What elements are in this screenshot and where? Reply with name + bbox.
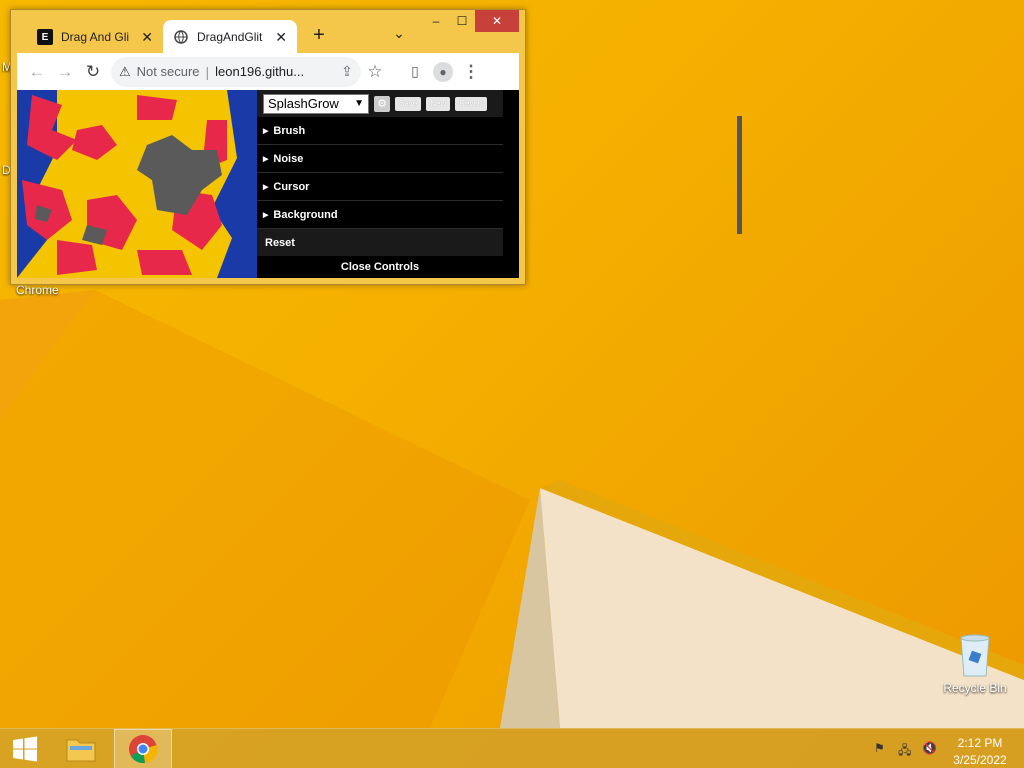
chrome-window[interactable]: E Drag And Gli ✕ DragAndGlit ✕ + ⌄ – ☐ ✕… <box>10 9 742 285</box>
start-button[interactable] <box>0 729 50 768</box>
address-bar[interactable]: ⚠ Not secure | leon196.githu... <box>111 56 361 87</box>
triangle-right-icon: ▶ <box>263 127 269 135</box>
preset-value: SplashGrow <box>268 96 339 111</box>
triangle-right-icon: ▶ <box>263 211 269 219</box>
chrome-taskbar-button[interactable] <box>114 729 172 768</box>
clock[interactable]: 2:12 PM 3/25/2022 <box>944 735 1016 768</box>
taskbar: ⚑ 🖧 🔇 2:12 PM 3/25/2022 <box>0 728 1024 768</box>
tab-title: Drag And Gli <box>61 30 130 44</box>
new-button[interactable]: New <box>426 96 451 111</box>
folder-noise[interactable]: ▶ Noise <box>257 145 503 173</box>
share-icon[interactable]: ⇪ <box>333 58 361 86</box>
clock-date: 3/25/2022 <box>953 753 1007 767</box>
panel-scrollbar[interactable] <box>737 116 742 234</box>
url-text[interactable]: leon196.githu... <box>215 64 304 79</box>
globe-icon <box>173 29 189 45</box>
minimize-button[interactable]: – <box>425 10 447 32</box>
menu-kebab-icon[interactable]: ⋮ <box>457 58 485 86</box>
folder-cursor[interactable]: ▶ Cursor <box>257 173 503 201</box>
chevron-down-icon: ▼ <box>354 98 364 109</box>
trash-icon <box>960 634 990 677</box>
volume-muted-icon[interactable]: 🔇 <box>922 741 937 755</box>
browser-toolbar: ← → ↻ ⚠ Not secure | leon196.githu... ⇪ … <box>17 53 519 90</box>
reset-button[interactable]: Reset <box>257 229 503 257</box>
desktop-chrome-label[interactable]: Chrome <box>16 283 59 297</box>
glitch-canvas[interactable] <box>17 90 257 278</box>
preset-select[interactable]: SplashGrow ▼ <box>263 93 369 114</box>
bookmark-star-icon[interactable]: ☆ <box>361 58 389 86</box>
close-tab-icon[interactable]: ✕ <box>275 29 287 46</box>
close-tab-icon[interactable]: ✕ <box>141 29 153 46</box>
security-label[interactable]: Not secure <box>137 64 200 79</box>
clock-time: 2:12 PM <box>957 736 1003 750</box>
chrome-icon <box>129 735 158 764</box>
save-button[interactable]: Save <box>395 96 422 111</box>
close-window-button[interactable]: ✕ <box>475 10 519 32</box>
recycle-bin-icon[interactable]: Recycle Bin <box>940 630 1010 695</box>
forward-icon[interactable]: → <box>51 58 79 86</box>
revert-button[interactable]: Revert <box>455 96 487 111</box>
action-center-flag-icon[interactable]: ⚑ <box>874 741 885 755</box>
windows-logo-icon <box>13 736 37 762</box>
triangle-right-icon: ▶ <box>263 155 269 163</box>
close-controls-button[interactable]: Close Controls <box>257 256 503 278</box>
tab-search-button[interactable]: ⌄ <box>387 22 411 44</box>
triangle-right-icon: ▶ <box>263 183 269 191</box>
recycle-bin-label: Recycle Bin <box>943 681 1007 695</box>
new-tab-button[interactable]: + <box>307 24 331 46</box>
folder-background[interactable]: ▶ Background <box>257 201 503 229</box>
maximize-button[interactable]: ☐ <box>449 10 475 32</box>
controls-panel: SplashGrow ▼ ⚙ Save New Revert ▶ Brush ▶ N… <box>257 90 742 278</box>
network-icon[interactable]: 🖧 <box>898 741 911 762</box>
profile-icon[interactable]: ● <box>429 58 457 86</box>
gear-icon[interactable]: ⚙ <box>374 95 390 112</box>
tab-drag-and-glitch-2[interactable]: DragAndGlit ✕ <box>163 20 297 54</box>
warning-icon[interactable]: ⚠ <box>119 64 131 80</box>
e-favicon-icon: E <box>37 29 53 45</box>
folder-icon <box>66 739 96 762</box>
side-panel-icon[interactable]: ▯ <box>401 58 429 86</box>
preset-header: SplashGrow ▼ ⚙ Save New Revert <box>257 90 503 117</box>
file-explorer-button[interactable] <box>58 729 104 768</box>
folder-brush[interactable]: ▶ Brush <box>257 117 503 145</box>
back-icon[interactable]: ← <box>23 58 51 86</box>
tab-strip: E Drag And Gli ✕ DragAndGlit ✕ + ⌄ – ☐ ✕ <box>11 10 525 54</box>
tab-title: DragAndGlit <box>197 30 263 44</box>
tab-drag-and-glitch-1[interactable]: E Drag And Gli ✕ <box>27 20 163 54</box>
page-content: SplashGrow ▼ ⚙ Save New Revert ▶ Brush ▶ N… <box>17 90 742 278</box>
reload-icon[interactable]: ↻ <box>79 58 107 86</box>
